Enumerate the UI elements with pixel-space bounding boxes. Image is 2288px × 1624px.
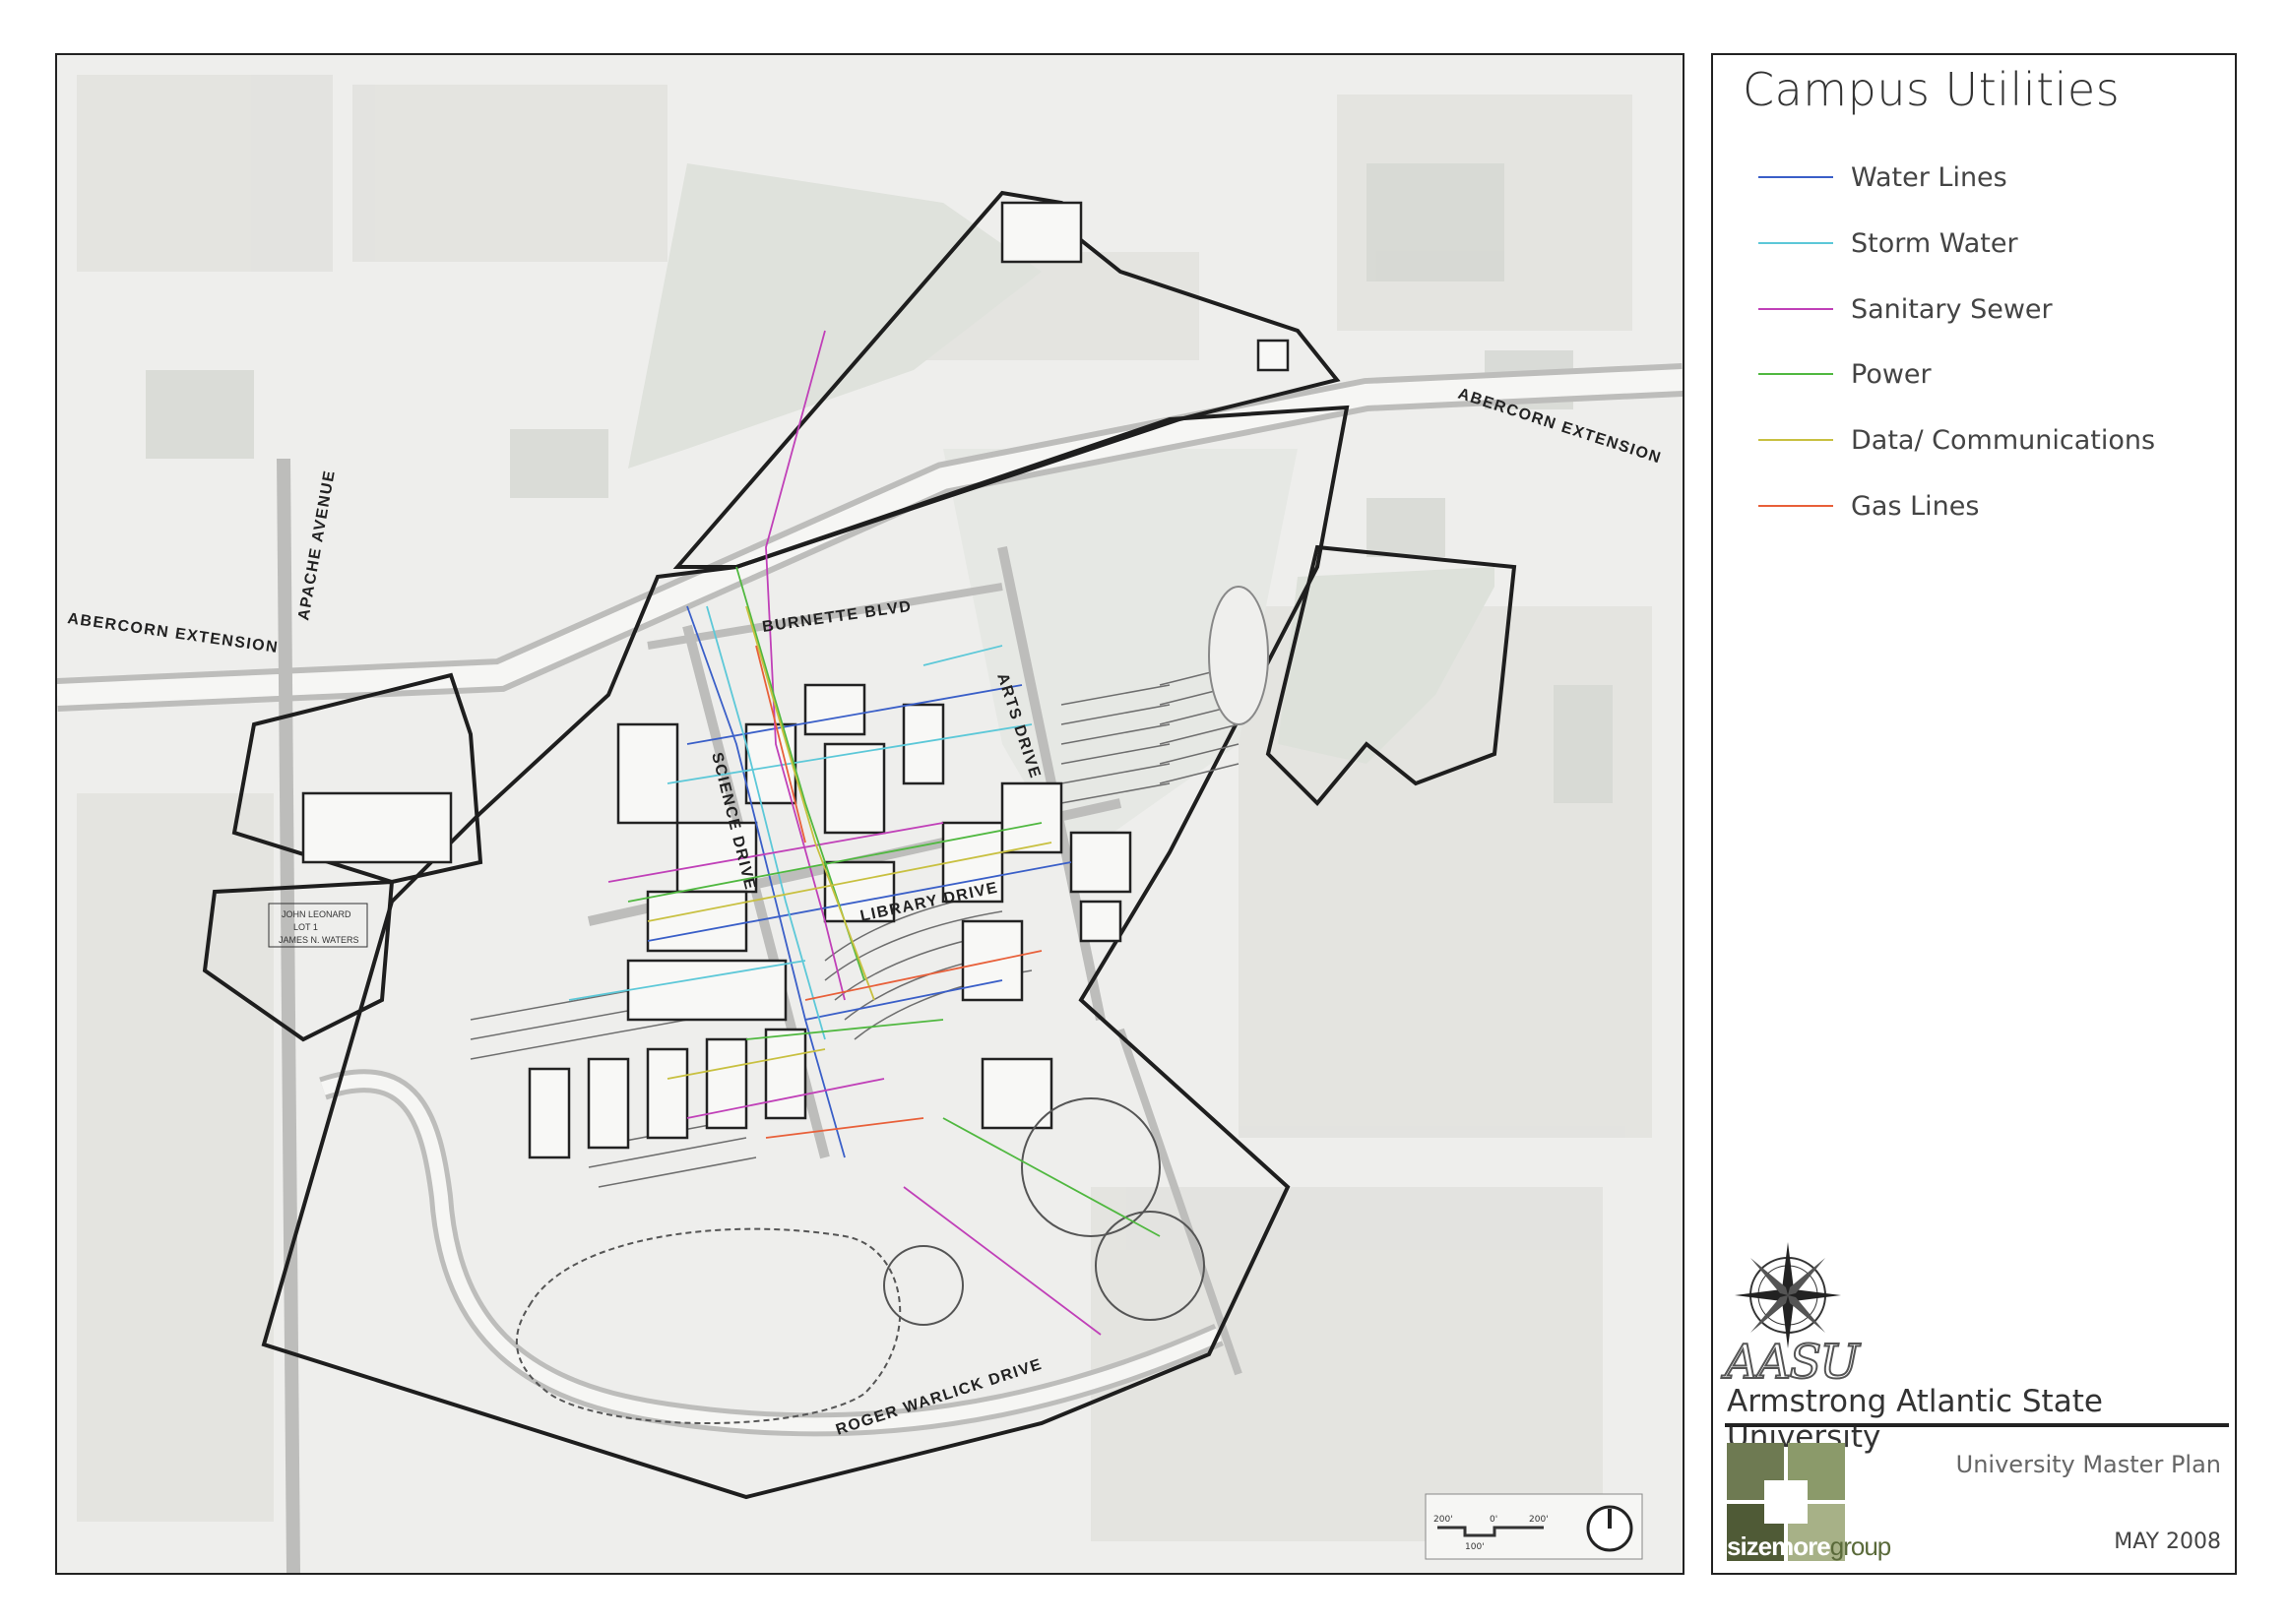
legend-label: Power (1851, 358, 1932, 390)
legend-title: Campus Utilities (1743, 63, 2121, 116)
data-communications-swatch (1758, 439, 1833, 441)
scale-label-zero: 0' (1490, 1515, 1497, 1525)
legend-item-water-lines[interactable]: Water Lines (1758, 157, 2007, 197)
parcel-label-1: JOHN LEONARD (282, 909, 351, 919)
legend-item-sanitary-sewer[interactable]: Sanitary Sewer (1758, 289, 2053, 329)
legend-item-power[interactable]: Power (1758, 354, 1932, 394)
divider (1725, 1423, 2229, 1427)
legend-label: Gas Lines (1851, 490, 1980, 522)
firm-name-part2: group (1829, 1531, 1891, 1561)
plan-date: MAY 2008 (2114, 1530, 2221, 1554)
legend-item-storm-water[interactable]: Storm Water (1758, 223, 2018, 263)
scale-label-right: 200' (1529, 1515, 1549, 1525)
sanitary-sewer-swatch (1758, 308, 1833, 310)
aasu-logo: AASU (1724, 1334, 1861, 1391)
legend-label: Storm Water (1851, 227, 2018, 259)
firm-name-part1: sizemore (1727, 1531, 1831, 1561)
parcel-label-3: JAMES N. WATERS (279, 935, 359, 945)
storm-water-swatch (1758, 242, 1833, 244)
legend-panel: Campus Utilities Water Lines Storm Water… (1711, 53, 2237, 1575)
scale-label-left: 200' (1433, 1515, 1453, 1525)
plan-title: University Master Plan (1955, 1451, 2221, 1478)
parcel-label-2: LOT 1 (293, 922, 318, 932)
legend-label: Data/ Communications (1851, 424, 2156, 456)
water-lines-swatch (1758, 176, 1833, 178)
scale-bar: 200' 0' 200' 100' (1425, 1493, 1643, 1560)
legend-label: Sanitary Sewer (1851, 293, 2053, 325)
legend-item-gas-lines[interactable]: Gas Lines (1758, 486, 1979, 526)
legend-label: Water Lines (1851, 161, 2007, 193)
campus-map[interactable]: ABERCORN EXTENSION ABERCORN EXTENSION AP… (55, 53, 1684, 1575)
firm-name: sizemoregroup (1727, 1531, 1891, 1562)
scale-label-mid: 100' (1465, 1542, 1485, 1552)
gas-lines-swatch (1758, 505, 1833, 507)
legend-item-data-communications[interactable]: Data/ Communications (1758, 420, 2155, 460)
power-swatch (1758, 373, 1833, 375)
